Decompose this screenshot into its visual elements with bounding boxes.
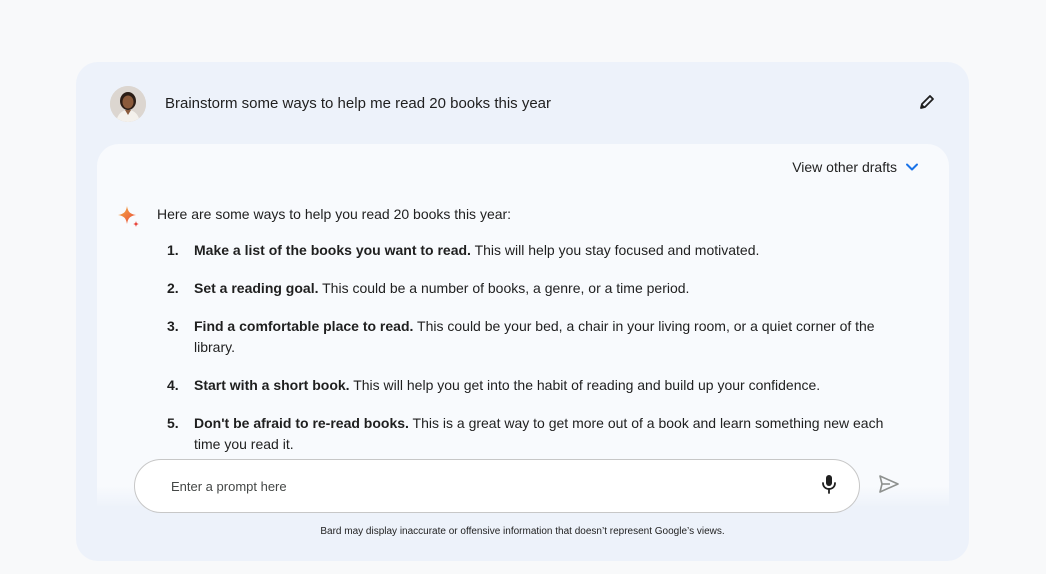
chevron-down-icon (905, 160, 919, 174)
list-item-number: 3. (167, 318, 179, 334)
list-item: 5. Don't be afraid to re-read books. This… (167, 413, 887, 455)
list-item-body: This could be a number of books, a genre… (318, 280, 690, 296)
response-intro: Here are some ways to help you read 20 b… (157, 206, 512, 222)
view-other-drafts-button[interactable]: View other drafts (792, 159, 919, 175)
send-icon (878, 474, 900, 499)
suggestion-list: 1. Make a list of the books you want to r… (167, 240, 887, 472)
list-item-title: Set a reading goal. (194, 280, 319, 296)
microphone-button[interactable] (817, 474, 841, 498)
user-query-row: Brainstorm some ways to help me read 20 … (76, 62, 969, 144)
sparkle-icon (116, 204, 142, 230)
edit-query-button[interactable] (915, 92, 939, 116)
list-item: 3. Find a comfortable place to read. This… (167, 316, 887, 358)
list-item-number: 2. (167, 280, 179, 296)
prompt-bar (134, 459, 860, 513)
user-avatar (110, 86, 146, 122)
send-button[interactable] (877, 474, 901, 498)
list-item-number: 5. (167, 415, 179, 431)
drafts-label: View other drafts (792, 159, 897, 175)
user-query-text: Brainstorm some ways to help me read 20 … (165, 95, 552, 112)
prompt-input[interactable] (171, 460, 771, 512)
list-item-title: Make a list of the books you want to rea… (194, 242, 471, 258)
list-item-body: This will help you stay focused and moti… (470, 242, 760, 258)
list-item: 1. Make a list of the books you want to r… (167, 240, 887, 261)
chat-panel: Brainstorm some ways to help me read 20 … (76, 62, 969, 561)
disclaimer-text: Bard may display inaccurate or offensive… (320, 526, 725, 537)
list-item-title: Find a comfortable place to read. (194, 318, 414, 334)
microphone-icon (820, 474, 838, 499)
list-item-number: 1. (167, 242, 179, 258)
list-item-body: This will help you get into the habit of… (349, 377, 821, 393)
list-item: 4. Start with a short book. This will hel… (167, 375, 887, 396)
list-item: 2. Set a reading goal. This could be a nu… (167, 278, 887, 299)
list-item-title: Start with a short book. (194, 377, 350, 393)
pencil-icon (917, 92, 937, 117)
list-item-title: Don't be afraid to re-read books. (194, 415, 409, 431)
list-item-number: 4. (167, 377, 179, 393)
response-card: View other drafts Here are some ways to … (97, 144, 949, 506)
